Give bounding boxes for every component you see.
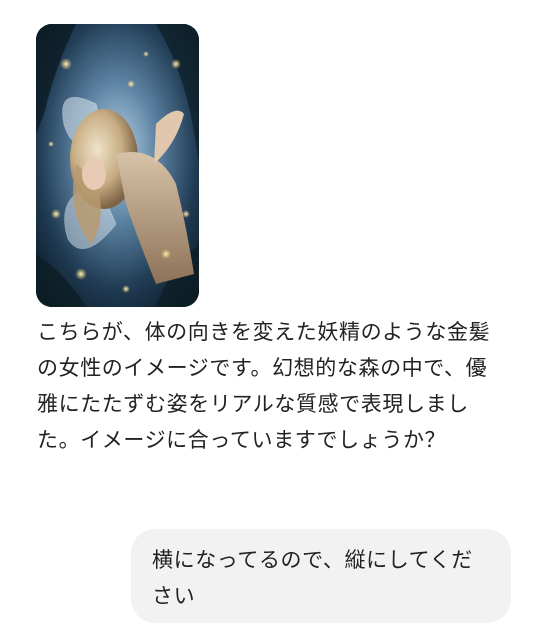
assistant-message-text: こちらが、体の向きを変えた妖精のような金髪の女性のイメージです。幻想的な森の中で… xyxy=(37,320,491,452)
user-message-text: 横になってるので、縦にしてください xyxy=(152,548,473,608)
fairy-illustration xyxy=(36,24,199,307)
chat-thread: こちらが、体の向きを変えた妖精のような金髪の女性のイメージです。幻想的な森の中で… xyxy=(0,0,538,640)
generated-fairy-image[interactable] xyxy=(36,24,199,307)
user-message-bubble: 横になってるので、縦にしてください xyxy=(131,529,511,623)
